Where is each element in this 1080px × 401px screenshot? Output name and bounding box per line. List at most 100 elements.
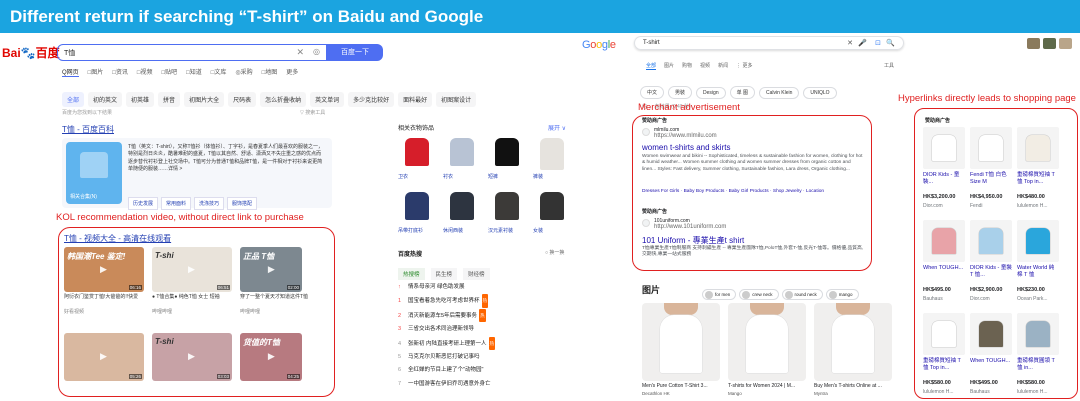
product-name[interactable]: Fendi T恤 白色 Size M [970, 172, 1012, 186]
related-search-chip[interactable]: 初英雄 [126, 92, 155, 107]
related-search-chip[interactable]: 初图片大全 [184, 92, 225, 107]
google-nav-tab[interactable]: 全部 [646, 63, 657, 70]
video-thumbnail[interactable]: T-shi ▶ 06:51 [152, 247, 232, 292]
filter-chip[interactable]: 中文 [640, 86, 665, 99]
google-nav-tab[interactable]: 购物 [682, 63, 692, 69]
image-result[interactable] [814, 303, 892, 381]
clear-icon[interactable]: ✕ [847, 39, 853, 47]
mic-icon[interactable]: 🎤 [858, 39, 867, 47]
related-item-label[interactable]: 衬衣 [443, 173, 453, 180]
product-image[interactable] [923, 313, 965, 355]
hot-search-item[interactable]: 7 一中国游客在伊旧乔司遇意外身亡 [398, 378, 568, 391]
video-thumbnail[interactable]: ▶ 05:26 [64, 333, 144, 381]
baike-thumbnail[interactable]: 相关合集(N) [66, 142, 122, 204]
product-image[interactable] [923, 127, 965, 169]
product-image[interactable] [1017, 127, 1059, 169]
ad1-sitelinks[interactable]: Dresses For Girls · Baby Boy Products · … [642, 189, 824, 194]
ad1-title-link[interactable]: women t-shirts and skirts [642, 143, 730, 152]
hot-title[interactable]: 消灭新能源车5年后需要事务 [408, 313, 477, 319]
hot-search-item[interactable]: 5 马克克尔贝斯恶尼打破记事吗 [398, 351, 568, 364]
baike-tag[interactable]: 历史发展 [128, 197, 159, 210]
google-search-input[interactable]: T-shirt ✕ 🎤 ⊡ 🔍 [634, 36, 904, 50]
baidu-nav-tab[interactable]: □资讯 [112, 70, 128, 76]
hot-search-tab[interactable]: 热搜榜 [398, 268, 425, 280]
filter-chip[interactable]: UNIQLO [803, 87, 837, 99]
related-search-chip[interactable]: 尺码表 [228, 92, 257, 107]
video-caption[interactable]: 阿衍衣门鉴赏丁恤!大爸爸的!!快爱 [64, 294, 148, 300]
baidu-nav-tab[interactable]: □知道 [186, 70, 202, 76]
ad2-title-link[interactable]: 101 Uniform - 專業生產t shirt [642, 235, 744, 246]
thumb-image[interactable] [1043, 38, 1056, 49]
video-thumbnail[interactable]: T-shi ▶ 03:03 [152, 333, 232, 381]
tools-button[interactable]: 工具 [884, 62, 894, 69]
baike-title-link[interactable]: T恤 - 百度百科 [62, 124, 114, 135]
video-thumbnail[interactable]: 韩国潮Tee 鉴定! ▶ 06:16 [64, 247, 144, 292]
product-name[interactable]: 重磅棉質圓領 T 恤 in... [1017, 358, 1059, 372]
play-icon[interactable]: ▶ [188, 264, 195, 275]
baike-tag[interactable]: 洗涤技巧 [194, 197, 225, 210]
product-image[interactable] [970, 313, 1012, 355]
hot-title[interactable]: 情系母亲河 绿色助发展 [408, 284, 465, 290]
related-item-label[interactable]: 汉元素衬装 [488, 227, 513, 234]
related-item-label[interactable]: 休闲西装 [443, 227, 463, 234]
search-icon[interactable]: 🔍 [886, 39, 895, 47]
video-caption[interactable]: 穿了一整个夏天才知道这件T恤 [240, 294, 310, 300]
filter-chip[interactable]: Design [696, 87, 726, 99]
hot-title[interactable]: 国宝看着急先吃可考虑世界杯 [408, 298, 480, 304]
hot-title[interactable]: 全红婵的节目上建了个"动物园" [408, 367, 483, 373]
image-chip[interactable]: mango [825, 289, 859, 300]
baidu-nav-tab[interactable]: 更多 [286, 70, 298, 76]
related-item-image[interactable] [533, 189, 569, 225]
play-icon[interactable]: ▶ [188, 351, 195, 362]
video-thumbnail[interactable]: 正品 T恤 ▶ 02:00 [240, 247, 302, 292]
google-nav-tab[interactable]: ⋮ 更多 [736, 63, 752, 69]
thumb-image[interactable] [1059, 38, 1072, 49]
hot-title[interactable]: 三省交出各术同治理新领导 [408, 326, 474, 332]
related-item-label[interactable]: 短裤 [488, 173, 498, 180]
google-nav-tab[interactable]: 新闻 [718, 63, 728, 69]
related-item-label[interactable]: 裤装 [533, 173, 543, 180]
product-name[interactable]: DIOR Kids - 童裝 T 恤... [970, 265, 1012, 279]
baidu-nav-tab[interactable]: □图片 [88, 70, 104, 76]
related-item-image[interactable] [488, 135, 524, 171]
related-item-image[interactable] [398, 135, 434, 171]
play-icon[interactable]: ▶ [268, 351, 275, 362]
expand-button[interactable]: 展开 ∨ [548, 123, 566, 132]
filter-chip[interactable]: Calvin Klein [759, 87, 800, 99]
product-name[interactable]: 重磅棉質短袖 T 恤 Top in... [923, 358, 965, 372]
baidu-nav-tab[interactable]: □视频 [137, 70, 153, 76]
image-caption[interactable]: Buy Men's T-shirts Online at ... [814, 383, 894, 389]
google-nav-tab[interactable]: 图片 [664, 63, 674, 69]
google-logo[interactable]: Google [582, 39, 616, 51]
image-result[interactable] [642, 303, 720, 381]
related-search-chip[interactable]: 面料最好 [398, 92, 433, 107]
play-icon[interactable]: ▶ [100, 351, 107, 362]
baidu-search-button[interactable]: 百度一下 [327, 44, 383, 61]
hot-search-item[interactable]: 4 张新初 内陆直接考研上理第一人热 [398, 336, 568, 351]
related-search-chip[interactable]: 拼音 [158, 92, 181, 107]
baike-tag[interactable]: 服饰搭配 [227, 197, 258, 210]
video-caption[interactable]: ● T恤合集● 纯色T恤 女士 短袖 [152, 294, 236, 300]
product-image[interactable] [970, 220, 1012, 262]
related-item-label[interactable]: 吊带打底衫 [398, 227, 423, 234]
image-chip[interactable]: crew neck [739, 289, 779, 300]
related-item-image[interactable] [398, 189, 434, 225]
related-search-chip[interactable]: 英文单词 [310, 92, 345, 107]
product-name[interactable]: When TOUGH... [970, 358, 1012, 365]
play-icon[interactable]: ▶ [268, 264, 275, 275]
related-item-image[interactable] [533, 135, 569, 171]
baidu-nav-tab[interactable]: □文库 [211, 70, 227, 76]
ad2-site[interactable]: 101uniform.com http://www.101uniform.com [654, 218, 726, 230]
hot-search-item[interactable]: 2 消灭新能源车5年后需要事务热 [398, 308, 568, 323]
baidu-nav-tab[interactable]: □地图 [262, 70, 278, 76]
hot-title[interactable]: 一中国游客在伊旧乔司遇意外身亡 [408, 381, 491, 387]
product-image[interactable] [1017, 313, 1059, 355]
related-item-image[interactable] [488, 189, 524, 225]
google-nav-tab[interactable]: 视频 [700, 63, 710, 69]
hot-search-item[interactable]: ↑ 情系母亲河 绿色助发展 [398, 281, 568, 294]
related-item-label[interactable]: 卫衣 [398, 173, 408, 180]
product-name[interactable]: DIOR Kids - 童裝... [923, 172, 965, 186]
search-tools-button[interactable]: ▽ 搜索工具 [300, 109, 325, 116]
video-section-title[interactable]: T恤 - 视频大全 - 高清在线观看 [64, 233, 171, 244]
clear-icon[interactable]: ✕ [296, 47, 304, 58]
